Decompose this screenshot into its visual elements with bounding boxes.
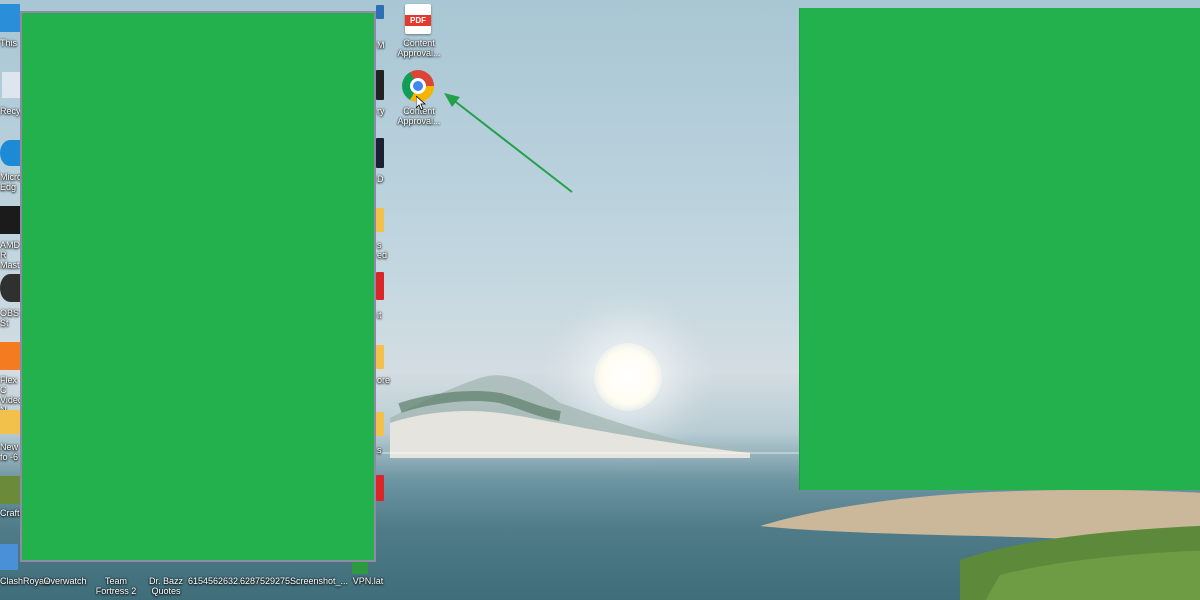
flex-clip-icon[interactable] bbox=[0, 342, 20, 370]
desktop-icon-label: Dr. Bazz Quotes bbox=[148, 576, 183, 596]
mouse-cursor-icon bbox=[416, 96, 426, 110]
clash-royale-icon[interactable] bbox=[0, 544, 18, 570]
partial-icon-label: s ed bbox=[377, 240, 388, 260]
desktop-icon-label: 6154562632... bbox=[188, 576, 246, 586]
redaction-box-right bbox=[799, 8, 1200, 490]
folder-icon[interactable] bbox=[0, 410, 20, 434]
partial-desktop-icon[interactable] bbox=[376, 345, 384, 369]
desktop-icon-label: Micro Edg bbox=[0, 172, 22, 192]
desktop-icon-label: Flex C Video N bbox=[0, 375, 23, 415]
desktop-icon-label: VPN.lat bbox=[352, 576, 384, 586]
obs-studio-icon[interactable] bbox=[0, 274, 20, 302]
grass-bank bbox=[960, 525, 1200, 600]
redaction-box-left bbox=[20, 11, 376, 562]
partial-icon-label: it bbox=[377, 310, 382, 320]
partial-icon-label: ry bbox=[377, 106, 385, 116]
desktop-icon-label: Overwatch bbox=[43, 576, 87, 586]
partial-icon-label: M bbox=[377, 40, 385, 50]
desktop-icon-label: Team Fortress 2 bbox=[95, 576, 137, 596]
desktop-icon-label: Craftu bbox=[0, 508, 25, 518]
partial-desktop-icon[interactable] bbox=[376, 475, 384, 501]
partial-icon-label: D bbox=[377, 174, 384, 184]
vpn-icon[interactable] bbox=[352, 560, 368, 574]
this-pc-icon[interactable] bbox=[0, 4, 20, 32]
desktop: PDF Content Approval... Content Approval… bbox=[0, 0, 1200, 600]
partial-desktop-icon[interactable] bbox=[376, 208, 384, 232]
partial-desktop-icon[interactable] bbox=[376, 272, 384, 300]
partial-desktop-icon[interactable] bbox=[376, 70, 384, 100]
desktop-icon-label: ClashRoyale bbox=[0, 576, 52, 586]
desktop-icon-label: Recycle bbox=[0, 106, 33, 116]
desktop-icon-label: AMD R Mast bbox=[0, 240, 20, 270]
partial-icon-label: s bbox=[377, 445, 382, 455]
desktop-icon-label: New fo -6 bbox=[0, 442, 19, 462]
edge-icon[interactable] bbox=[0, 140, 20, 166]
desktop-icon-label: Screenshot_... bbox=[290, 576, 349, 586]
desktop-icon-label: This bbox=[0, 38, 18, 48]
partial-icon-label: ore bbox=[377, 375, 391, 385]
crafting-app-icon[interactable] bbox=[0, 476, 20, 504]
recycle-bin-icon[interactable] bbox=[2, 72, 20, 98]
annotation-arrow bbox=[444, 93, 573, 193]
desktop-icon-label: OBS St bbox=[0, 308, 20, 328]
island-hill bbox=[390, 375, 750, 458]
partial-desktop-icon[interactable] bbox=[376, 5, 384, 19]
partial-desktop-icon[interactable] bbox=[376, 412, 384, 436]
amd-ryzen-master-icon[interactable] bbox=[0, 206, 20, 234]
partial-desktop-icon[interactable] bbox=[376, 138, 384, 168]
desktop-icon-label: 6287529275... bbox=[240, 576, 298, 586]
pdf-icon[interactable]: PDF bbox=[405, 4, 431, 34]
desktop-icon-label-pdf: Content Approval... bbox=[397, 38, 441, 58]
